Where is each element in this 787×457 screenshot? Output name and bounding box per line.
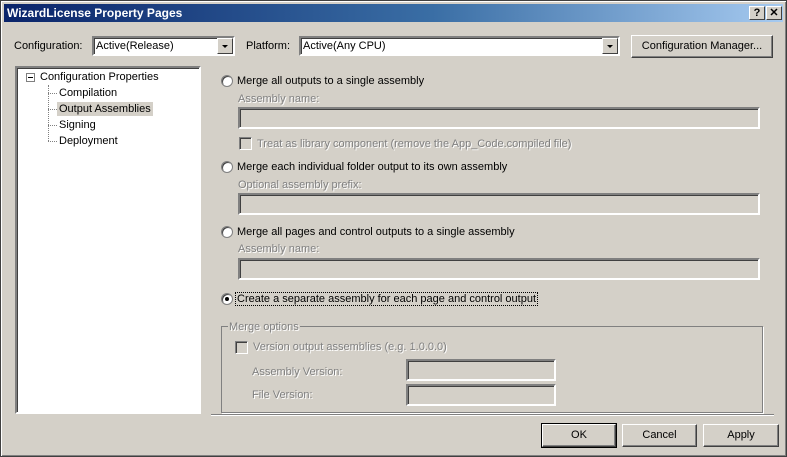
assembly-name-input[interactable]: [238, 107, 760, 129]
property-tree[interactable]: Configuration Properties Compilation Out…: [15, 66, 201, 414]
tree-root-configuration-properties[interactable]: Configuration Properties: [40, 70, 159, 84]
tree-item-deployment[interactable]: Deployment: [59, 134, 118, 148]
configuration-manager-button[interactable]: Configuration Manager...: [631, 35, 773, 58]
title-bar: WizardLicense Property Pages ? ✕: [4, 4, 783, 22]
merge-options-label: Merge options: [228, 321, 300, 333]
help-button[interactable]: ?: [749, 6, 765, 20]
pages-assembly-name-label: Assembly name:: [238, 243, 320, 255]
library-component-checkbox[interactable]: [239, 137, 252, 150]
configuration-value: Active(Release): [96, 40, 174, 52]
version-output-label: Version output assemblies (e.g. 1.0.0.0): [253, 341, 447, 353]
merge-all-label[interactable]: Merge all outputs to a single assembly: [237, 75, 424, 87]
merge-each-radio[interactable]: [221, 161, 233, 173]
cancel-button[interactable]: Cancel: [622, 424, 697, 447]
assembly-version-input[interactable]: [406, 359, 556, 381]
tree-connector: [48, 93, 57, 94]
library-component-label: Treat as library component (remove the A…: [257, 138, 572, 150]
window-title: WizardLicense Property Pages: [7, 6, 183, 20]
tree-connector: [48, 125, 57, 126]
merge-each-label[interactable]: Merge each individual folder output to i…: [237, 161, 507, 173]
file-version-label: File Version:: [252, 389, 313, 401]
merge-pages-radio[interactable]: [221, 226, 233, 238]
chevron-down-icon[interactable]: [217, 38, 233, 54]
footer-divider: [211, 414, 774, 416]
tree-connector: [48, 141, 57, 142]
configuration-dropdown[interactable]: Active(Release): [92, 36, 235, 56]
collapse-icon[interactable]: [26, 73, 35, 82]
ok-button[interactable]: OK: [541, 423, 617, 448]
tree-item-output-assemblies[interactable]: Output Assemblies: [57, 102, 153, 116]
platform-dropdown[interactable]: Active(Any CPU): [299, 36, 620, 56]
close-button[interactable]: ✕: [766, 6, 782, 20]
assembly-prefix-label: Optional assembly prefix:: [238, 179, 362, 191]
pages-assembly-name-input[interactable]: [238, 258, 760, 280]
file-version-input[interactable]: [406, 384, 556, 406]
configuration-label: Configuration:: [14, 40, 83, 52]
separate-assembly-label[interactable]: Create a separate assembly for each page…: [235, 292, 539, 306]
tree-item-signing[interactable]: Signing: [59, 118, 96, 132]
separate-assembly-radio[interactable]: [221, 293, 233, 305]
assembly-version-label: Assembly Version:: [252, 366, 343, 378]
assembly-prefix-input[interactable]: [238, 193, 760, 215]
apply-button[interactable]: Apply: [703, 424, 779, 447]
assembly-name-label: Assembly name:: [238, 93, 320, 105]
merge-all-radio[interactable]: [221, 75, 233, 87]
tree-item-compilation[interactable]: Compilation: [59, 86, 117, 100]
property-pages-dialog: WizardLicense Property Pages ? ✕ Configu…: [0, 0, 787, 457]
version-output-checkbox[interactable]: [235, 341, 248, 354]
platform-value: Active(Any CPU): [303, 40, 386, 52]
tree-connector: [48, 109, 57, 110]
platform-label: Platform:: [246, 40, 291, 52]
merge-pages-label[interactable]: Merge all pages and control outputs to a…: [237, 226, 515, 238]
chevron-down-icon[interactable]: [602, 38, 618, 54]
